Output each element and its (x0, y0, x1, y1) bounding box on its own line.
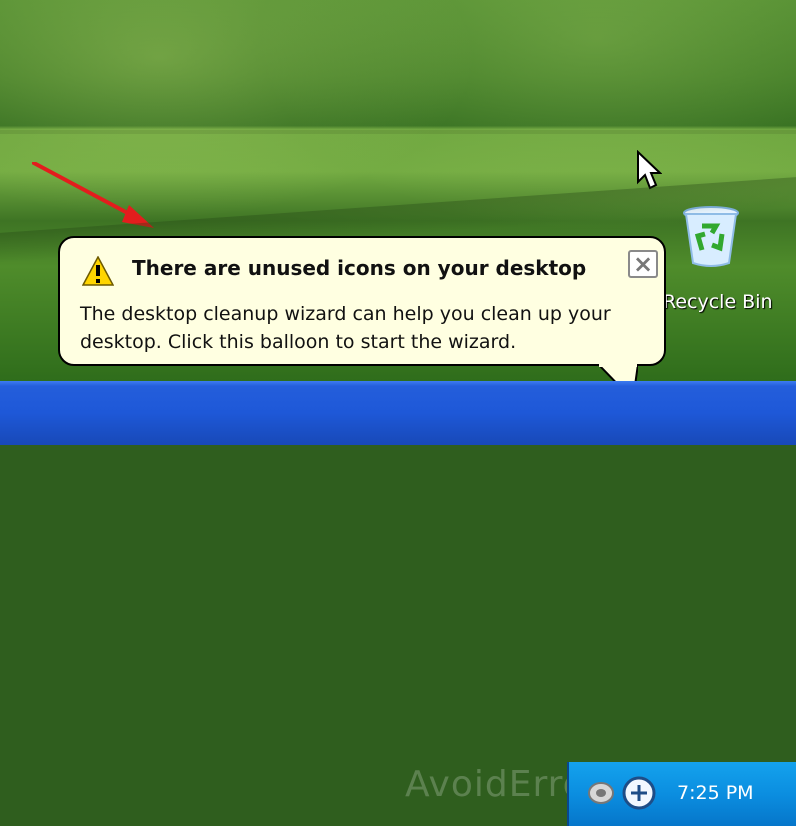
recycle-bin[interactable]: Recycle Bin (663, 205, 773, 313)
system-clock[interactable]: 7:25 PM (677, 782, 754, 804)
close-icon: × (632, 250, 654, 278)
balloon-message: The desktop cleanup wizard can help you … (80, 303, 611, 353)
mouse-cursor-icon (637, 150, 662, 190)
notification-balloon[interactable]: There are unused icons on your desktop ×… (58, 236, 666, 366)
recycle-bin-label: Recycle Bin (663, 291, 773, 313)
recycle-bin-icon (683, 206, 739, 267)
close-button[interactable]: × (628, 250, 658, 278)
balloon-title: There are unused icons on your desktop (132, 256, 587, 280)
warning-triangle-icon (82, 256, 114, 286)
system-tray: 7:25 PM (567, 762, 796, 826)
network-icon[interactable] (621, 775, 657, 811)
taskbar: AvoidErrors.com 7:25 PM (0, 381, 796, 826)
red-pointer-arrow (32, 162, 154, 228)
speaker-icon[interactable] (587, 780, 615, 806)
